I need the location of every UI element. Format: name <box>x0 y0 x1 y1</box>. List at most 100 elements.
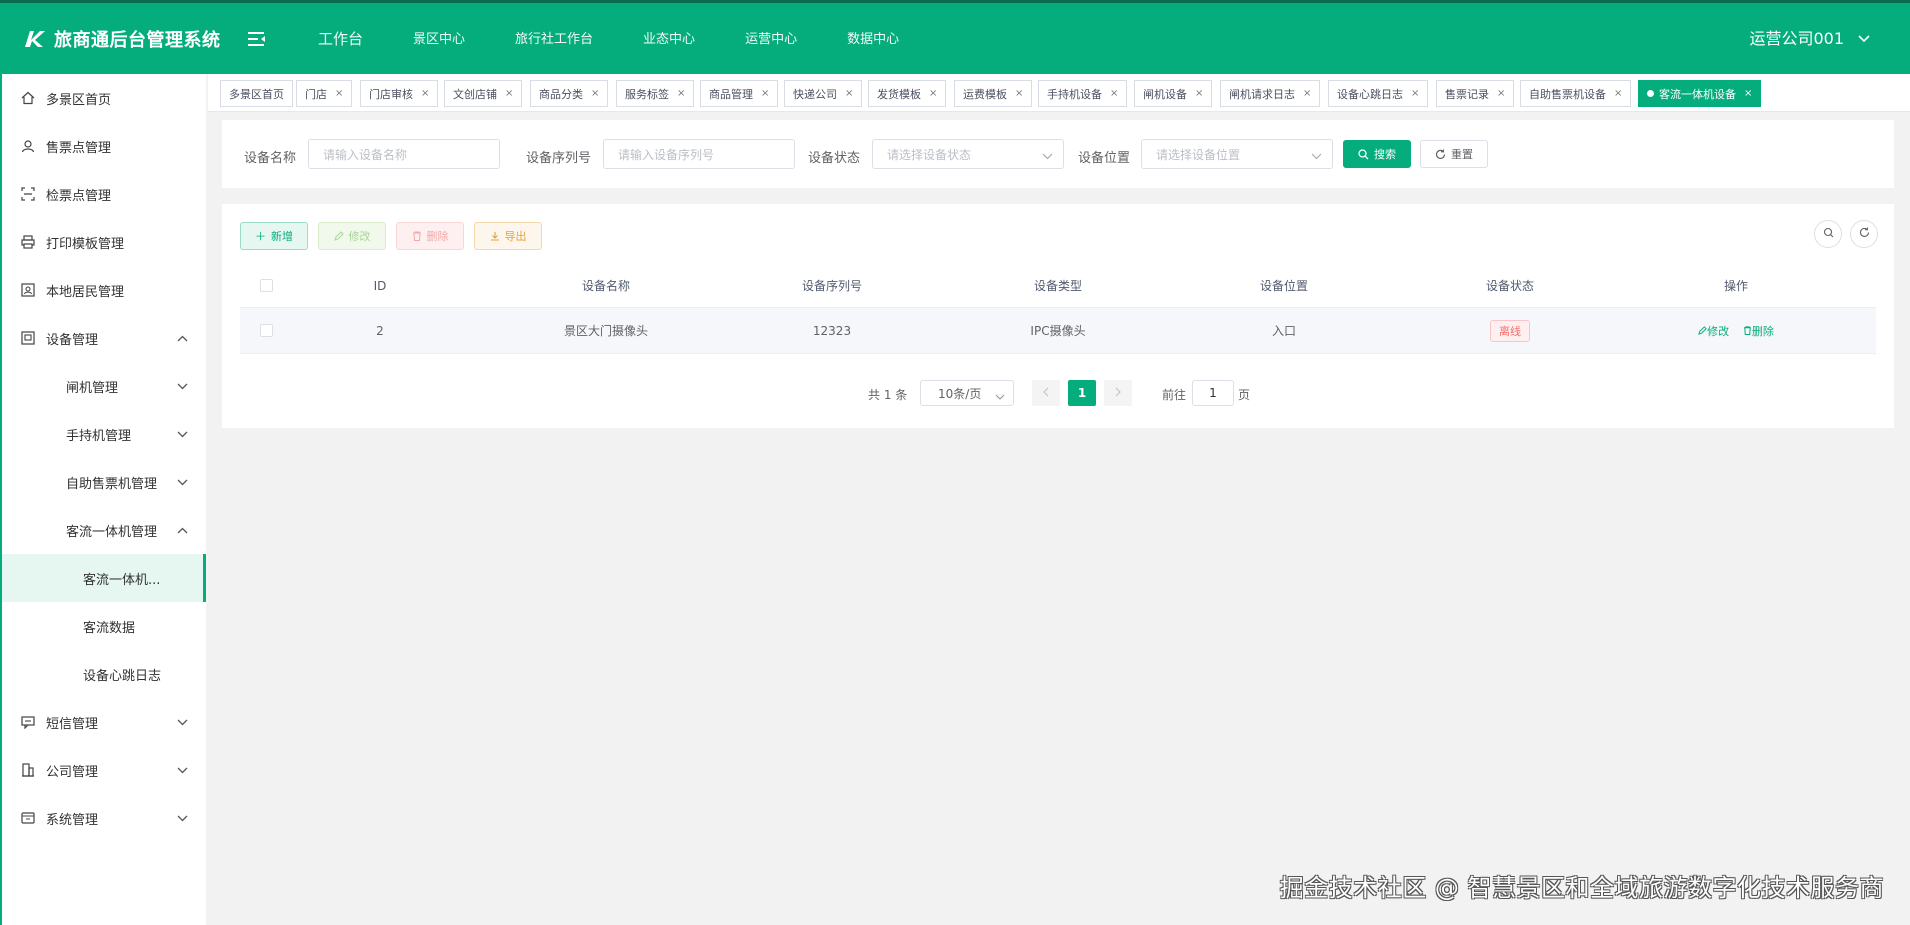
top-nav-data-center[interactable]: 数据中心 <box>847 28 899 49</box>
sidebar-item-company-management[interactable]: 公司管理 <box>2 746 206 794</box>
tab-freight-template[interactable]: 运费模板 × <box>954 80 1033 107</box>
tab-heartbeat-log[interactable]: 设备心跳日志 × <box>1328 80 1429 107</box>
close-icon[interactable]: × <box>421 88 429 99</box>
device-name-input[interactable]: 请输入设备名称 <box>308 139 500 169</box>
top-nav-travel-agency[interactable]: 旅行社工作台 <box>515 28 593 49</box>
tab-creative-store[interactable]: 文创店铺 × <box>444 80 523 107</box>
tab-shipping-template[interactable]: 发货模板 × <box>868 80 947 107</box>
sidebar-item-ticket-office[interactable]: 售票点管理 <box>2 122 206 170</box>
device-status-select[interactable]: 请选择设备状态 <box>872 139 1064 169</box>
next-page-button[interactable] <box>1104 380 1132 406</box>
tab-gate-request-log[interactable]: 闸机请求日志 × <box>1220 80 1321 107</box>
user-menu[interactable]: 运营公司001 <box>1749 25 1870 49</box>
chevron-up-icon <box>176 524 188 536</box>
column-header-device-type[interactable]: 设备类型 <box>1008 277 1108 294</box>
column-header-device-status[interactable]: 设备状态 <box>1460 277 1560 294</box>
device-serial-input[interactable]: 请输入设备序列号 <box>603 139 795 169</box>
close-icon[interactable]: × <box>845 88 853 99</box>
close-icon[interactable]: × <box>1195 88 1203 99</box>
toggle-search-button[interactable] <box>1814 220 1842 248</box>
sidebar-item-device-management[interactable]: 设备管理 <box>2 314 206 362</box>
row-checkbox[interactable] <box>260 324 273 337</box>
sidebar-item-home[interactable]: 多景区首页 <box>2 74 206 122</box>
tab-handheld-device[interactable]: 手持机设备 × <box>1038 80 1128 107</box>
sidebar-item-kiosk-management[interactable]: 自助售票机管理 <box>2 458 206 506</box>
close-icon[interactable]: × <box>677 88 685 99</box>
column-header-device-name[interactable]: 设备名称 <box>556 277 656 294</box>
sidebar-item-passenger-flow-data[interactable]: 客流数据 <box>2 602 206 650</box>
close-icon[interactable]: × <box>335 88 343 99</box>
sidebar-item-print-template[interactable]: 打印模板管理 <box>2 218 206 266</box>
delete-button[interactable]: 删除 <box>396 222 464 250</box>
sidebar: 多景区首页 售票点管理 检票点管理 打印模板管理 本地居民管理 设备管理 闸机管… <box>0 74 206 925</box>
table-row[interactable]: 2 景区大门摄像头 12323 IPC摄像头 入口 离线 修改 删除 <box>240 308 1876 354</box>
sidebar-item-gate-management[interactable]: 闸机管理 <box>2 362 206 410</box>
column-header-device-serial[interactable]: 设备序列号 <box>782 277 882 294</box>
page-size-select[interactable]: 10条/页 <box>920 380 1014 406</box>
select-all-checkbox[interactable] <box>260 279 273 292</box>
sidebar-item-label: 系统管理 <box>46 812 99 828</box>
tab-multi-scenic-home[interactable]: 多景区首页 <box>220 80 293 107</box>
search-button[interactable]: 搜索 <box>1343 140 1411 168</box>
close-icon[interactable]: × <box>1110 88 1118 99</box>
sidebar-item-label: 短信管理 <box>46 716 99 732</box>
tab-service-tags[interactable]: 服务标签 × <box>616 80 695 107</box>
tab-product-category[interactable]: 商品分类 × <box>530 80 609 107</box>
close-icon[interactable]: × <box>929 88 937 99</box>
sidebar-item-sms-management[interactable]: 短信管理 <box>2 698 206 746</box>
top-nav-business-center[interactable]: 业态中心 <box>643 28 695 49</box>
column-header-device-location[interactable]: 设备位置 <box>1234 277 1334 294</box>
tab-product-management[interactable]: 商品管理 × <box>700 80 779 107</box>
top-header: 旅商通后台管理系统 工作台 景区中心 旅行社工作台 业态中心 运营中心 数据中心… <box>0 0 1910 74</box>
close-icon[interactable]: × <box>761 88 769 99</box>
row-delete-label: 删除 <box>1751 324 1774 338</box>
sidebar-item-heartbeat-log[interactable]: 设备心跳日志 <box>2 650 206 698</box>
tab-store-review[interactable]: 门店审核 × <box>360 80 439 107</box>
row-delete-link[interactable]: 删除 <box>1743 323 1774 339</box>
close-icon[interactable]: × <box>1411 88 1419 99</box>
menu-fold-icon[interactable] <box>246 29 268 49</box>
sidebar-item-checkpoint[interactable]: 检票点管理 <box>2 170 206 218</box>
add-button[interactable]: ＋ 新增 <box>240 222 308 250</box>
sidebar-item-passenger-flow-device[interactable]: 客流一体机... <box>2 554 206 602</box>
reset-button[interactable]: 重置 <box>1420 140 1488 168</box>
tab-express-company[interactable]: 快递公司 × <box>784 80 863 107</box>
tab-kiosk-device[interactable]: 自助售票机设备 × <box>1520 80 1632 107</box>
device-location-select[interactable]: 请选择设备位置 <box>1141 139 1333 169</box>
sidebar-item-passenger-flow-management[interactable]: 客流一体机管理 <box>2 506 206 554</box>
tab-label: 快递公司 <box>793 87 837 101</box>
tab-gate-device[interactable]: 闸机设备 × <box>1134 80 1213 107</box>
sidebar-item-label: 设备管理 <box>46 332 99 348</box>
edit-button[interactable]: 修改 <box>318 222 386 250</box>
sidebar-item-system-management[interactable]: 系统管理 <box>2 794 206 842</box>
cell-actions: 修改 删除 <box>1656 323 1816 339</box>
close-icon[interactable]: × <box>505 88 513 99</box>
close-icon[interactable]: × <box>1744 88 1752 99</box>
top-nav-scenic-center[interactable]: 景区中心 <box>413 28 465 49</box>
sidebar-item-handheld-management[interactable]: 手持机管理 <box>2 410 206 458</box>
page-number-current[interactable]: 1 <box>1068 380 1096 406</box>
top-nav-workbench[interactable]: 工作台 <box>318 28 363 49</box>
logo[interactable]: 旅商通后台管理系统 <box>0 26 240 52</box>
search-icon <box>1823 227 1834 242</box>
prev-page-button[interactable] <box>1032 380 1060 406</box>
close-icon[interactable]: × <box>1015 88 1023 99</box>
top-nav-operations-center[interactable]: 运营中心 <box>745 28 797 49</box>
system-icon <box>20 810 36 826</box>
column-header-id[interactable]: ID <box>370 279 390 293</box>
close-icon[interactable]: × <box>1497 88 1505 99</box>
close-icon[interactable]: × <box>1303 88 1311 99</box>
tab-passenger-flow-device[interactable]: 客流一体机设备 × <box>1638 80 1762 107</box>
sidebar-item-label: 客流数据 <box>83 620 136 636</box>
goto-page-input[interactable]: 1 <box>1192 380 1234 406</box>
refresh-button[interactable] <box>1850 220 1878 248</box>
close-icon[interactable]: × <box>591 88 599 99</box>
delete-button-label: 删除 <box>426 230 449 243</box>
row-edit-link[interactable]: 修改 <box>1698 323 1729 339</box>
export-button[interactable]: 导出 <box>474 222 542 250</box>
sidebar-item-residents[interactable]: 本地居民管理 <box>2 266 206 314</box>
chevron-down-icon <box>1311 149 1322 163</box>
tab-ticket-records[interactable]: 售票记录 × <box>1436 80 1515 107</box>
tab-store[interactable]: 门店 × <box>296 80 353 107</box>
close-icon[interactable]: × <box>1614 88 1622 99</box>
